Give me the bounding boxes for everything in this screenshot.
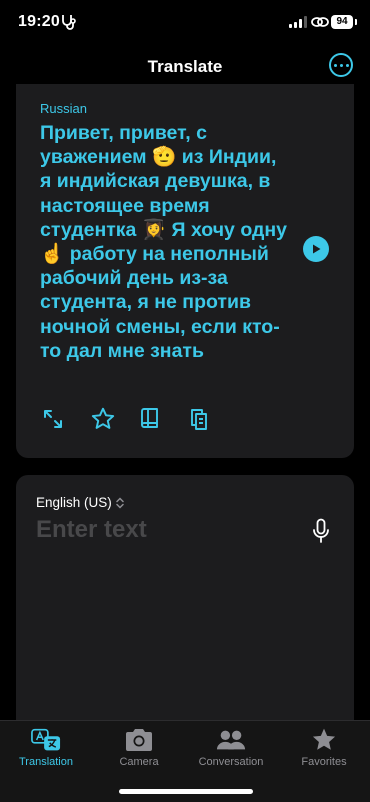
tab-camera[interactable]: Camera	[93, 721, 185, 779]
input-card: English (US)	[16, 475, 354, 735]
favorite-button[interactable]	[88, 404, 118, 434]
nav-bar: Translate	[0, 44, 370, 88]
tab-label: Favorites	[301, 756, 347, 768]
people-icon	[216, 727, 246, 753]
dictionary-button[interactable]	[136, 404, 166, 434]
page-title: Translate	[147, 57, 223, 76]
tab-label: Translation	[18, 756, 73, 768]
translate-icon	[31, 727, 61, 753]
translation-text: Привет, привет, с уважением 🫡 из Индии, …	[40, 122, 287, 362]
tab-translation[interactable]: Translation	[0, 721, 92, 779]
copy-icon	[191, 409, 207, 430]
home-indicator	[119, 789, 253, 794]
camera-icon	[124, 727, 154, 753]
star-icon	[309, 727, 339, 753]
more-options-button[interactable]	[329, 53, 353, 77]
enter-text-input[interactable]	[34, 513, 308, 547]
tab-label: Conversation	[198, 756, 264, 768]
play-icon	[313, 244, 321, 254]
tab-conversation[interactable]: Conversation	[185, 721, 277, 779]
copy-button[interactable]	[184, 404, 214, 434]
link-icon	[311, 14, 329, 35]
book-icon	[141, 408, 158, 428]
battery-icon: 94	[331, 15, 353, 29]
source-language-label: Russian	[40, 101, 87, 116]
signal-icon	[289, 16, 307, 28]
chevron-up-down-icon	[116, 496, 124, 509]
star-icon	[91, 407, 115, 429]
stethoscope-icon	[61, 14, 79, 35]
target-language-label: English (US)	[36, 495, 112, 510]
status-time: 19:20	[18, 13, 60, 30]
translation-card: Russian Привет, привет, с уважением 🫡 из…	[16, 84, 354, 458]
ellipsis-dot	[333, 63, 337, 67]
tab-label: Camera	[119, 756, 159, 768]
microphone-icon	[313, 518, 329, 543]
target-language-selector[interactable]: English (US)	[36, 495, 124, 510]
expand-arrows-icon	[44, 410, 62, 428]
expand-button[interactable]	[38, 404, 68, 434]
ellipsis-dot	[345, 63, 349, 67]
tab-favorites[interactable]: Favorites	[278, 721, 370, 779]
battery-cap	[355, 19, 357, 25]
microphone-button[interactable]	[309, 517, 333, 545]
status-bar: 19:20 94	[0, 0, 370, 44]
play-button[interactable]	[303, 236, 329, 262]
ellipsis-dot	[339, 63, 343, 67]
